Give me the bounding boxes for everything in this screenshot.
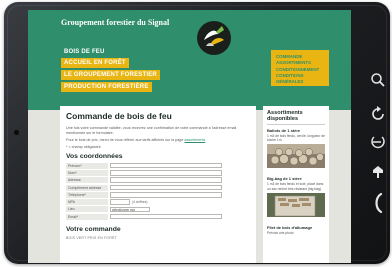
assortiments-link[interactable]: assortiments	[184, 138, 205, 142]
wood-bundle-image	[267, 144, 325, 169]
field-label: Lieu	[66, 206, 108, 213]
field-label: Email*	[66, 213, 108, 220]
order-form-panel: Commande de bois de feu Une fois votre c…	[60, 106, 256, 263]
search-icon[interactable]	[370, 72, 386, 88]
npa-hint: (4 chiffres)	[132, 200, 148, 205]
camera	[14, 130, 19, 135]
field-label: NPA	[66, 199, 108, 206]
refresh-icon[interactable]	[370, 106, 386, 122]
product-title[interactable]: Big-bag de 1 stère	[267, 176, 325, 181]
logo-icon[interactable]	[196, 20, 232, 56]
adresse-input[interactable]	[110, 177, 222, 183]
field-label: Complément adresse	[66, 184, 108, 191]
tablet-frame: Groupement forestier du Signal BOIS DE F…	[4, 2, 390, 264]
back-arrow-icon[interactable]	[370, 134, 386, 150]
order-subhead: BOIS VERT PRIS EN FORÊT	[66, 236, 117, 241]
page-title: Commande de bois de feu	[66, 111, 172, 121]
section-menu: COMMANDE ASSORTIMENTS CONDITIONNEMENT CO…	[271, 50, 329, 86]
nom-input[interactable]	[110, 170, 222, 176]
form-row-complement: Complément adresse	[66, 184, 250, 191]
assortments-sidebar: Assortiments disponibles Ballots de 1 st…	[263, 106, 329, 263]
product-title[interactable]: Ballots de 1 stère	[267, 128, 325, 133]
menu-conditions-generales[interactable]: CONDITIONS GÉNÉRALES	[276, 73, 324, 86]
product-desc: Prévois une photo	[267, 230, 294, 235]
big-bag-image	[267, 192, 325, 217]
coords-title: Vos coordonnées	[66, 153, 123, 160]
form-row-prenom: Prénom*	[66, 162, 250, 169]
sidebar-title: Assortiments disponibles	[267, 110, 325, 125]
price-note: Pour le bois de prix, merci de vous réfé…	[66, 138, 250, 143]
pin-icon[interactable]	[370, 164, 386, 180]
form-row-lieu: Lieu sélectionner svp	[66, 206, 250, 213]
field-label: Prénom*	[66, 162, 108, 169]
nav-groupement-forestier[interactable]: LE GROUPEMENT FORESTIER	[61, 70, 160, 80]
form-row-adresse: Adresse	[66, 177, 250, 184]
form-row-npa: NPA (4 chiffres)	[66, 198, 250, 206]
intro-text: Une fois votre commande validée, vous re…	[66, 126, 237, 135]
email-input[interactable]	[110, 213, 222, 220]
menu-conditionnement[interactable]: CONDITIONNEMENT	[276, 67, 324, 73]
nav-accueil-en-foret[interactable]: ACCUEIL EN FORÊT	[61, 58, 129, 68]
nav-production-forestiere[interactable]: PRODUCTION FORESTIÈRE	[61, 82, 152, 92]
complement-input[interactable]	[110, 184, 222, 191]
required-note: * = champ obligatoire	[66, 145, 101, 149]
price-note-text: Pour le bois de prix, merci de vous réfé…	[66, 138, 184, 142]
lieu-select[interactable]: sélectionner svp	[110, 206, 150, 213]
product-desc: 1 m3 de bois fendu et scié, placé dans u…	[267, 182, 324, 191]
nav-bois-de-feu[interactable]: BOIS DE FEU	[61, 47, 108, 57]
bracket-icon[interactable]	[372, 192, 384, 214]
field-label: Téléphone*	[66, 191, 108, 198]
site-header: Groupement forestier du Signal BOIS DE F…	[28, 10, 351, 110]
npa-input[interactable]	[110, 199, 130, 205]
field-label: Adresse	[66, 177, 108, 184]
order-title: Votre commande	[66, 226, 121, 234]
field-label: Nom*	[66, 169, 108, 176]
prenom-input[interactable]	[110, 162, 222, 169]
product-title[interactable]: Filet de bois d'allumage	[267, 225, 325, 230]
screen: Groupement forestier du Signal BOIS DE F…	[28, 10, 351, 263]
form-row-email: Email*	[66, 213, 250, 220]
telephone-input[interactable]	[110, 192, 222, 198]
site-title[interactable]: Groupement forestier du Signal	[61, 18, 169, 27]
form-row-nom: Nom*	[66, 169, 250, 176]
form-row-telephone: Téléphone*	[66, 191, 250, 198]
product-desc: 1 m3 de bois fendu, cerclé, longueur de …	[267, 134, 325, 143]
